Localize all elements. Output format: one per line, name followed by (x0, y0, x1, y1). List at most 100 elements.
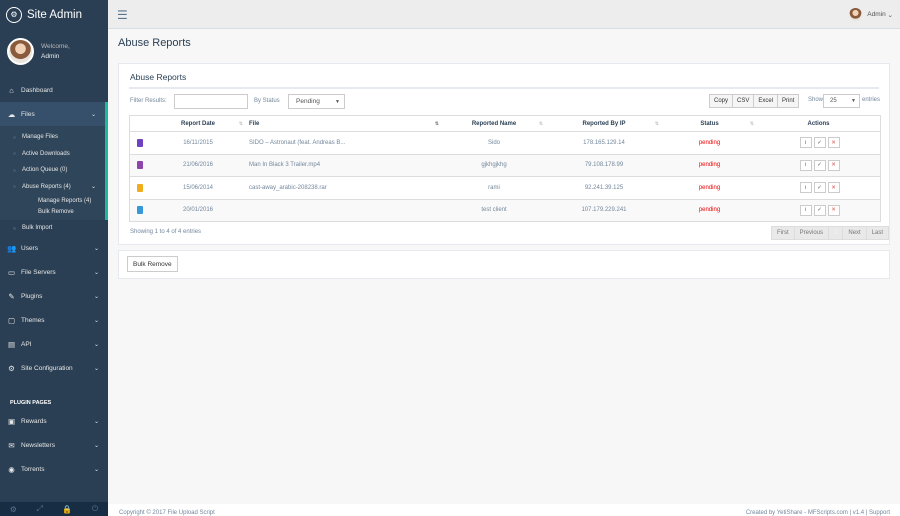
sidebar-item-api[interactable]: ▤ API ⌄ (0, 332, 108, 356)
file-type-cell (130, 132, 150, 154)
next-page-button[interactable]: Next (842, 226, 867, 240)
sidebar-sub-bulk-import[interactable]: Bulk Import (0, 220, 108, 236)
bulk-remove-button[interactable]: Bulk Remove (127, 256, 178, 272)
accept-button[interactable]: ✓ (813, 159, 826, 171)
sidebar-sub-action-queue[interactable]: Action Queue (0) (0, 162, 105, 179)
divider (129, 87, 879, 89)
cell-status: pending (698, 139, 721, 146)
plug-icon: ✎ (8, 291, 15, 301)
sort-icon: ⇅ (749, 120, 754, 127)
chevron-down-icon: ⌄ (93, 245, 99, 252)
power-icon[interactable]: ⏻ (92, 504, 98, 514)
first-page-button[interactable]: First (771, 226, 795, 240)
sort-desc-icon: ⇅ (434, 120, 439, 127)
show-label: Show (808, 97, 824, 103)
cell-ip: 79.108.178.99 (584, 162, 624, 169)
decline-button[interactable]: ✕ (827, 182, 840, 194)
csv-button[interactable]: CSV (732, 94, 755, 108)
sidebar-item-label: Users (21, 244, 38, 252)
sidebar-sub-manage-files[interactable]: Manage Files (0, 129, 105, 146)
status-label: By Status (254, 98, 280, 104)
decline-button[interactable]: ✕ (827, 159, 840, 171)
status-select[interactable]: Pending ▼ (288, 94, 345, 109)
cell-file[interactable]: SIDO – Astronaut (feat. Andreas B... (246, 132, 442, 154)
avatar (7, 38, 34, 65)
fullscreen-icon[interactable]: ⤢ (36, 504, 42, 514)
chevron-down-icon: ⌄ (93, 317, 99, 324)
cell-file[interactable] (246, 200, 442, 222)
sidebar-item-files[interactable]: ☁ Files ⌄ (0, 102, 108, 126)
accept-button[interactable]: ✓ (813, 204, 826, 216)
sidebar-item-file-servers[interactable]: ▭ File Servers ⌄ (0, 260, 108, 284)
copy-button[interactable]: Copy (709, 94, 734, 108)
header-file[interactable]: File ⇅ (246, 116, 442, 131)
print-button[interactable]: Print (777, 94, 800, 108)
sort-icon: ⇅ (238, 120, 243, 127)
page-title: Abuse Reports (118, 37, 191, 49)
info-button[interactable]: i (799, 204, 812, 216)
header-reported-name[interactable]: Reported Name ⇅ (442, 116, 546, 131)
last-page-button[interactable]: Last (865, 226, 890, 240)
accept-button[interactable]: ✓ (813, 137, 826, 149)
cell-actions: i ✓ ✕ (757, 200, 880, 222)
brand[interactable]: ⚙ Site Admin (0, 0, 108, 29)
info-button[interactable]: i (799, 182, 812, 194)
sidebar-sub-bulk-remove[interactable]: Bulk Remove (0, 206, 105, 217)
header-report-date[interactable]: Report Date ⇅ (150, 116, 246, 131)
decline-button[interactable]: ✕ (827, 204, 840, 216)
excel-button[interactable]: Excel (753, 94, 779, 108)
decline-button[interactable]: ✕ (827, 137, 840, 149)
envelope-icon: ✉ (8, 440, 15, 450)
header-status[interactable]: Status ⇅ (662, 116, 757, 131)
sidebar-item-dashboard[interactable]: ⌂ Dashboard (0, 78, 108, 102)
plugin-pages-heading: PLUGIN PAGES (10, 400, 52, 406)
server-icon: ▭ (7, 267, 16, 277)
cell-status: pending (698, 162, 721, 169)
page-1-button[interactable]: 1 (828, 226, 844, 240)
filter-input[interactable] (174, 94, 248, 109)
sidebar-sub-manage-reports[interactable]: Manage Reports (4) (0, 195, 105, 206)
sidebar-sub-active-downloads[interactable]: Active Downloads (0, 146, 105, 163)
sidebar-item-torrents[interactable]: ◉ Torrents ⌄ (0, 457, 108, 481)
sidebar-sub-abuse-reports[interactable]: Abuse Reports (4) ⌄ (0, 179, 105, 196)
cell-date: 15/06/2014 (182, 184, 214, 191)
file-icon (137, 183, 143, 192)
cell-actions: i ✓ ✕ (757, 177, 880, 199)
sidebar-item-site-configuration[interactable]: ⚙ Site Configuration ⌄ (0, 356, 108, 380)
profile: Welcome, Admin (0, 29, 108, 74)
export-buttons: Copy CSV Excel Print (709, 94, 800, 108)
sidebar-item-label: Files (21, 110, 35, 118)
settings-icon[interactable]: ⚙ (10, 505, 17, 514)
chevron-down-icon: ⌄ (93, 466, 99, 473)
sidebar-item-label: File Servers (21, 268, 56, 276)
accept-button[interactable]: ✓ (813, 182, 826, 194)
info-button[interactable]: i (799, 159, 812, 171)
header-label: Actions (807, 120, 830, 127)
sidebar-item-plugins[interactable]: ✎ Plugins ⌄ (0, 284, 108, 308)
lock-icon[interactable]: 🔒 (62, 505, 72, 514)
header-label: Report Date (180, 120, 215, 127)
header-reported-ip[interactable]: Reported By IP ⇅ (546, 116, 662, 131)
cell-file[interactable]: cast-away_arabic-208238.rar (246, 177, 442, 199)
previous-page-button[interactable]: Previous (793, 226, 830, 240)
table-row: 15/06/2014 cast-away_arabic-208238.rar ram… (130, 176, 880, 199)
menu-toggle-icon[interactable]: ☰ (117, 8, 128, 22)
page-length-select[interactable]: 25 ▼ (823, 94, 860, 108)
chevron-down-icon: ⌄ (93, 442, 99, 449)
table-row: 16/11/2015 SIDO – Astronaut (feat. Andrea… (130, 131, 880, 154)
table-row: 21/06/2016 Man In Black 3 Trailer.mp4 gjkh… (130, 153, 880, 177)
sidebar-item-themes[interactable]: ▢ Themes ⌄ (0, 308, 108, 332)
cell-status: pending (698, 207, 721, 214)
sidebar-item-rewards[interactable]: ▣ Rewards ⌄ (0, 409, 108, 433)
sidebar-item-newsletters[interactable]: ✉ Newsletters ⌄ (0, 433, 108, 457)
header-label: Status (700, 120, 719, 127)
caret-down-icon: ▼ (335, 98, 340, 105)
user-dropdown[interactable]: Admin ⌄ (849, 8, 893, 21)
welcome-text: Welcome, (41, 42, 70, 50)
sidebar-item-users[interactable]: 👥 Users ⌄ (0, 236, 108, 260)
abuse-reports-panel: Abuse Reports Filter Results: By Status … (118, 63, 890, 245)
info-button[interactable]: i (799, 137, 812, 149)
table-row: 20/01/2016 test client 107.179.229.241 pend… (130, 198, 880, 222)
cell-file[interactable]: Man In Black 3 Trailer.mp4 (246, 155, 442, 177)
entries-label: entries (862, 97, 881, 103)
